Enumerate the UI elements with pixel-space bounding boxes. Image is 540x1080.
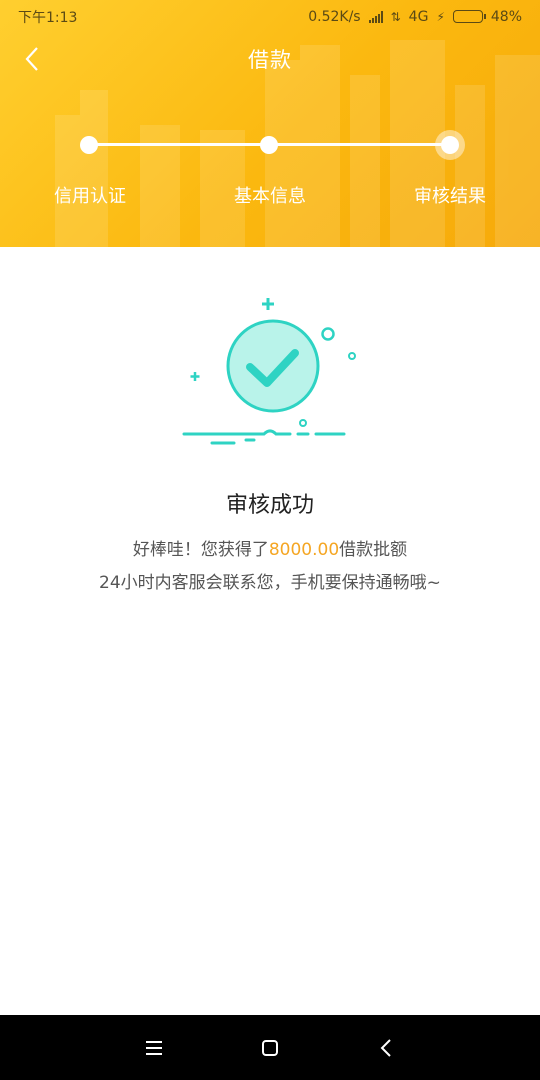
signal-icon — [368, 10, 383, 23]
battery-icon — [452, 10, 486, 23]
back-icon — [380, 1038, 391, 1057]
step-dot-1 — [80, 136, 98, 154]
back-button[interactable] — [14, 41, 50, 77]
result-title: 审核成功 — [225, 493, 314, 518]
result-message-line2: 24小时内客服会联系您，手机要保持通畅哦~ — [99, 573, 441, 593]
step-label-basic-info: 基本信息 — [234, 186, 306, 207]
charging-icon: ⚡ — [436, 9, 445, 24]
status-bar: 下午1:13 0.52K/s ⇅ 4G ⚡ 48% — [0, 0, 540, 33]
loan-amount: 8000.00 — [268, 540, 340, 560]
result-message-line1: 好棒哇！您获得了8000.00借款批额 — [0, 535, 540, 560]
step-label-credit: 信用认证 — [54, 186, 126, 207]
menu-button[interactable] — [141, 1035, 167, 1061]
battery-level: 48% — [490, 8, 522, 25]
page-title: 借款 — [248, 48, 292, 72]
step-label-review-result: 审核结果 — [414, 186, 486, 207]
step-dot-3-active — [441, 136, 459, 154]
check-circle-icon — [182, 298, 356, 445]
system-nav-bar — [0, 1015, 540, 1080]
chevron-left-icon — [25, 47, 38, 71]
nav-back-button[interactable] — [373, 1035, 399, 1061]
network-speed: 0.52K/s — [308, 8, 361, 25]
message-prefix: 好棒哇！您获得了 — [132, 540, 269, 560]
status-time: 下午1:13 — [18, 9, 78, 26]
header-banner: 下午1:13 0.52K/s ⇅ 4G ⚡ 48% 借款 信用认证 基本信息 审… — [0, 0, 540, 247]
nav-bar: 借款 — [0, 33, 540, 85]
home-icon — [262, 1039, 278, 1056]
home-button[interactable] — [257, 1035, 283, 1061]
menu-icon — [146, 1040, 162, 1055]
message-suffix: 借款批额 — [339, 540, 408, 560]
data-arrows-icon: ⇅ — [390, 9, 401, 24]
step-dot-2 — [260, 136, 278, 154]
network-type: 4G — [408, 8, 429, 25]
